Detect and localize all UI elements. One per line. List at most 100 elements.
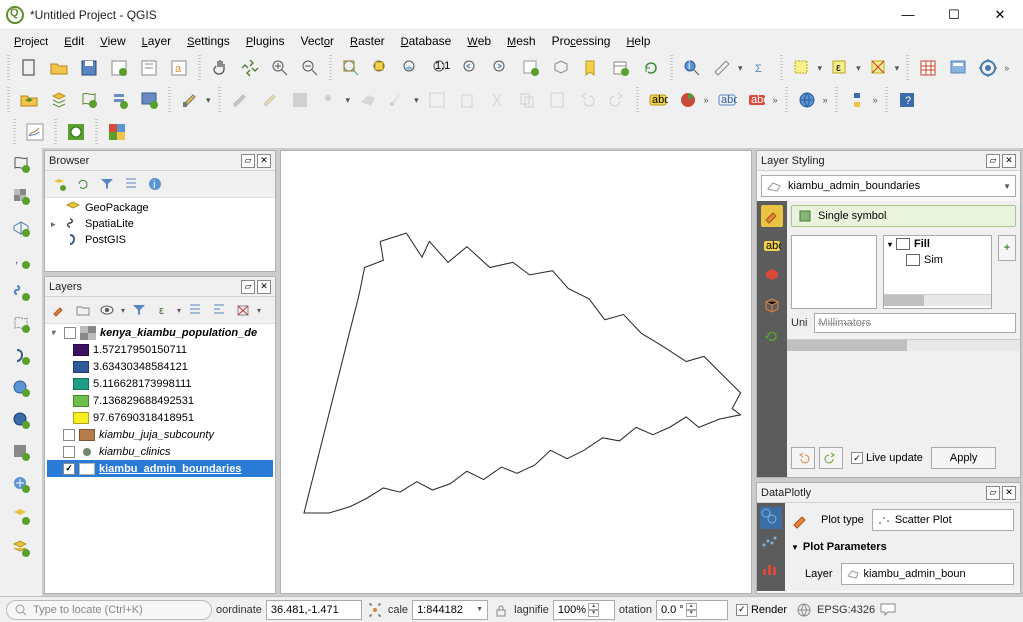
add-spatialite-layer-button[interactable] [5,278,37,306]
add-delimited-button[interactable]: , [5,246,37,274]
web-more[interactable]: » [823,95,828,105]
locator-input[interactable]: Type to locate (Ctrl+K) [6,600,212,620]
layers-remove-button[interactable] [233,300,253,320]
class-4[interactable]: 7.136829688492531 [47,392,273,409]
select-value-dropdown[interactable]: ▾ [856,63,861,74]
identify-button[interactable]: i [678,54,706,82]
dp-bar-tab[interactable] [760,559,782,581]
menu-project[interactable]: Project [6,31,56,51]
browser-refresh-button[interactable] [73,174,93,194]
add-xyz-layer-button[interactable] [5,406,37,434]
layer-toggle[interactable] [63,429,75,441]
menu-layer[interactable]: Layer [134,31,179,51]
browser-add-button[interactable] [49,174,69,194]
add-mesh-layer-button[interactable] [5,214,37,242]
styling-layer-combo[interactable]: kiambu_admin_boundaries ▼ [761,175,1016,197]
pan-to-selection-button[interactable] [236,54,264,82]
redo-button[interactable] [603,86,631,114]
new-shapefile-button[interactable] [75,86,103,114]
class-1[interactable]: 1.57217950150711 [47,341,273,358]
class-3[interactable]: 5.116628173998111 [47,375,273,392]
new-print-layout-button[interactable] [105,54,133,82]
styling-undock-button[interactable]: ▱ [986,154,1000,168]
menu-mesh[interactable]: Mesh [499,31,544,51]
undo-button[interactable] [573,86,601,114]
plot-parameters-section[interactable]: ▼Plot Parameters [791,537,1014,557]
minimize-button[interactable]: — [885,0,931,29]
cut-button[interactable] [483,86,511,114]
temporal-button[interactable] [607,54,635,82]
map-canvas[interactable] [280,150,752,594]
menu-edit[interactable]: Edit [56,31,92,51]
vertex-tool-button[interactable] [384,86,412,114]
menu-settings[interactable]: Settings [179,31,238,51]
add-wms-layer-button[interactable] [5,374,37,402]
select-by-value-button[interactable]: ε [826,54,854,82]
coordinate-field[interactable]: 36.481,-1.471 [266,600,362,620]
add-postgis-layer-button[interactable] [5,342,37,370]
layer-toggle[interactable]: ✓ [63,463,75,475]
dp-plot-tab[interactable] [760,533,782,555]
toggle-extents-button[interactable] [366,601,384,619]
add-poly-button[interactable] [354,86,382,114]
symbol-hierarchy[interactable]: ▾Fill Sim [883,235,992,309]
add-wcs-layer-button[interactable] [5,438,37,466]
layer-juja-subcounty[interactable]: kiambu_juja_subcounty [47,426,273,443]
crs-button[interactable]: EPSG:4326 [817,604,875,616]
select-dropdown[interactable]: ▾ [818,63,823,74]
layers-style-button[interactable] [49,300,69,320]
style-manager-button[interactable]: a [165,54,193,82]
class-2[interactable]: 3.63430348584121 [47,358,273,375]
symbol-mode-combo[interactable]: Single symbol [791,205,1016,227]
masks-tab[interactable] [761,265,783,287]
layers-visibility-button[interactable] [97,300,117,320]
new-project-button[interactable] [15,54,43,82]
add-gpkg-layer-button[interactable] [5,534,37,562]
layers-add-group-button[interactable] [73,300,93,320]
toolbox-dropdown[interactable]: » [1004,63,1009,73]
dp-layer-combo[interactable]: kiambu_admin_boun [841,563,1014,585]
pencil-button[interactable] [256,86,284,114]
browser-item-spatialite[interactable]: ▸SpatiaLite [47,216,273,232]
layer-toggle[interactable] [64,327,76,339]
edit-attrs-button[interactable] [423,86,451,114]
browser-undock-button[interactable]: ▱ [241,154,255,168]
browser-filter-button[interactable] [97,174,117,194]
browser-close-button[interactable]: ✕ [257,154,271,168]
new-geopackage-button[interactable] [45,86,73,114]
rotation-field[interactable]: 0.0 °▲▼ [656,600,728,620]
close-button[interactable]: ✕ [977,0,1023,29]
layer-kiambu-clinics[interactable]: kiambu_clinics [47,443,273,460]
maximize-button[interactable]: ☐ [931,0,977,29]
toolbox-button[interactable] [974,54,1002,82]
add-wfs-layer-button[interactable] [5,470,37,498]
measure-dropdown[interactable]: ▾ [738,63,743,74]
messages-button[interactable] [879,601,899,619]
dataplotly-undock-button[interactable]: ▱ [986,486,1000,500]
toggle-editing-button[interactable] [226,86,254,114]
metasearch-button[interactable] [793,86,821,114]
select-features-button[interactable] [788,54,816,82]
layers-collapse-button[interactable] [209,300,229,320]
layer-toggle[interactable] [63,446,75,458]
browser-item-geopackage[interactable]: GeoPackage [47,200,273,216]
geocoding-button[interactable] [103,118,131,146]
new-3d-view-button[interactable] [547,54,575,82]
render-checkbox[interactable]: ✓Render [736,604,787,616]
new-virtual-button[interactable] [135,86,163,114]
browser-tree[interactable]: GeoPackage ▸SpatiaLite PostGIS [45,198,275,271]
zoom-native-button[interactable]: 1:1 [427,54,455,82]
quick-osm-button[interactable] [62,118,90,146]
menu-plugins[interactable]: Plugins [238,31,293,51]
undo-style-button[interactable] [791,447,815,469]
add-virtual-layer-button[interactable] [5,310,37,338]
stats-button[interactable]: Σ [747,54,775,82]
deselect-dropdown[interactable]: ▾ [895,63,900,74]
zoom-next-button[interactable] [487,54,515,82]
layers-expression-button[interactable]: ε [153,300,173,320]
scale-field[interactable]: 1:844182▼ [412,600,488,620]
zoom-in-button[interactable] [266,54,294,82]
label-button[interactable]: abc [644,86,672,114]
menu-view[interactable]: View [92,31,133,51]
delete-button[interactable] [453,86,481,114]
